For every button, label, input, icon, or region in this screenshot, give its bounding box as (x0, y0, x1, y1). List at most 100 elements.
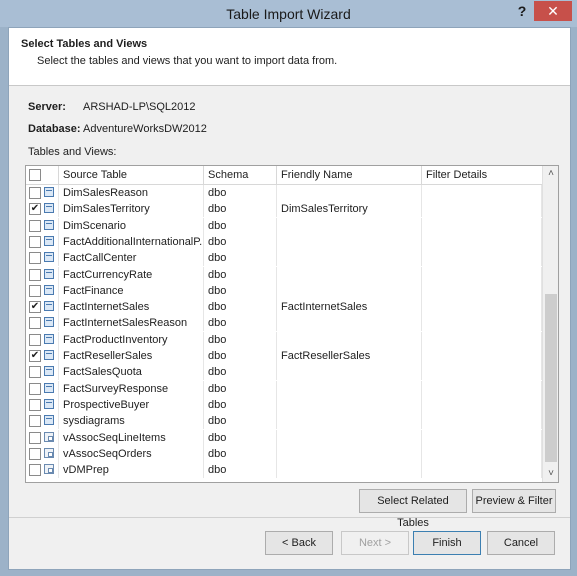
finish-button[interactable]: Finish (413, 531, 481, 555)
scroll-thumb[interactable] (545, 294, 557, 462)
column-header-filter-details[interactable]: Filter Details (422, 166, 542, 184)
table-row[interactable]: FactInternetSalesReason dbo (26, 315, 542, 332)
row-checkbox[interactable] (29, 333, 41, 346)
select-all-checkbox[interactable] (29, 169, 41, 181)
grid-caption: Tables and Views: (28, 146, 117, 158)
row-checkbox[interactable] (29, 447, 41, 460)
filter-details-cell (422, 413, 542, 430)
row-select-cell (26, 380, 59, 397)
row-checkbox[interactable] (29, 431, 41, 444)
column-header-schema[interactable]: Schema (204, 166, 277, 184)
schema-cell: dbo (204, 233, 277, 250)
footer-divider (9, 517, 570, 518)
table-row[interactable]: FactFinance dbo (26, 282, 542, 299)
back-button[interactable]: < Back (265, 531, 333, 555)
grid-scrollbar[interactable]: ˄ ˅ (542, 166, 558, 482)
friendly-name-cell[interactable] (277, 413, 422, 430)
filter-details-cell (422, 348, 542, 364)
row-checkbox[interactable] (29, 464, 41, 477)
row-checkbox[interactable] (29, 284, 41, 297)
filter-details-cell (422, 282, 542, 299)
friendly-name-cell[interactable] (277, 266, 422, 283)
friendly-name-cell[interactable] (277, 380, 422, 397)
source-table-cell: DimSalesReason (59, 185, 204, 201)
friendly-name-cell[interactable] (277, 282, 422, 299)
schema-cell: dbo (204, 462, 277, 479)
row-checkbox[interactable]: ✔ (29, 350, 41, 362)
friendly-name-cell[interactable] (277, 250, 422, 267)
row-checkbox[interactable] (29, 268, 41, 281)
next-button[interactable]: Next > (341, 531, 409, 555)
row-select-cell (26, 413, 59, 430)
row-checkbox[interactable] (29, 235, 41, 248)
schema-cell: dbo (204, 445, 277, 462)
table-row[interactable]: DimSalesReason dbo (26, 185, 542, 201)
row-checkbox[interactable] (29, 415, 41, 428)
close-button[interactable]: ✕ (534, 1, 572, 21)
row-checkbox[interactable]: ✔ (29, 301, 41, 314)
friendly-name-cell[interactable] (277, 185, 422, 201)
table-icon (44, 350, 54, 360)
friendly-name-cell[interactable] (277, 429, 422, 446)
help-button[interactable]: ? (511, 3, 533, 21)
column-header-source-table[interactable]: Source Table (59, 166, 204, 184)
table-row[interactable]: vAssocSeqLineItems dbo (26, 429, 542, 446)
grid-header: Source Table Schema Friendly Name Filter… (26, 166, 542, 185)
friendly-name-cell[interactable] (277, 445, 422, 462)
row-select-cell (26, 429, 59, 446)
column-header-friendly-name[interactable]: Friendly Name (277, 166, 422, 184)
table-row[interactable]: FactCallCenter dbo (26, 250, 542, 267)
friendly-name-cell[interactable]: FactResellerSales (277, 348, 422, 364)
row-checkbox[interactable] (29, 382, 41, 395)
source-table-cell: vAssocSeqOrders (59, 445, 204, 462)
table-row[interactable]: FactAdditionalInternationalP... dbo (26, 233, 542, 250)
friendly-name-cell[interactable] (277, 364, 422, 381)
source-table-cell: ProspectiveBuyer (59, 396, 204, 413)
table-row[interactable]: FactSalesQuota dbo (26, 364, 542, 381)
row-checkbox[interactable] (29, 219, 41, 232)
schema-cell: dbo (204, 201, 277, 218)
table-icon (44, 252, 54, 263)
scroll-down-icon[interactable]: ˅ (543, 466, 558, 482)
table-row[interactable]: ✔ FactResellerSales dbo FactResellerSales (26, 348, 542, 364)
table-row[interactable]: ✔ FactInternetSales dbo FactInternetSales (26, 299, 542, 316)
friendly-name-cell[interactable]: DimSalesTerritory (277, 201, 422, 218)
table-row[interactable]: sysdiagrams dbo (26, 413, 542, 430)
friendly-name-cell[interactable] (277, 217, 422, 234)
schema-cell: dbo (204, 331, 277, 348)
table-row[interactable]: FactProductInventory dbo (26, 331, 542, 348)
table-row[interactable]: DimScenario dbo (26, 217, 542, 234)
title-bar[interactable]: Table Import Wizard ? ✕ (0, 0, 577, 27)
friendly-name-cell[interactable] (277, 396, 422, 413)
table-icon (44, 235, 54, 246)
row-checkbox[interactable] (29, 187, 41, 199)
row-checkbox[interactable]: ✔ (29, 203, 41, 216)
table-row[interactable]: ✔ DimSalesTerritory dbo DimSalesTerritory (26, 201, 542, 218)
row-checkbox[interactable] (29, 366, 41, 379)
row-select-cell (26, 445, 59, 462)
friendly-name-cell[interactable]: FactInternetSales (277, 299, 422, 316)
friendly-name-cell[interactable] (277, 331, 422, 348)
table-row[interactable]: vDMPrep dbo (26, 462, 542, 479)
filter-details-cell (422, 445, 542, 462)
row-checkbox[interactable] (29, 317, 41, 330)
table-row[interactable]: ProspectiveBuyer dbo (26, 396, 542, 413)
row-select-cell: ✔ (26, 201, 59, 218)
scroll-up-icon[interactable]: ˄ (543, 166, 558, 182)
friendly-name-cell[interactable] (277, 462, 422, 479)
cancel-button[interactable]: Cancel (487, 531, 555, 555)
table-row[interactable]: FactCurrencyRate dbo (26, 266, 542, 283)
tables-grid[interactable]: Source Table Schema Friendly Name Filter… (25, 165, 559, 483)
friendly-name-cell[interactable] (277, 233, 422, 250)
table-row[interactable]: vAssocSeqOrders dbo (26, 445, 542, 462)
select-all-cell (26, 166, 59, 184)
preview-filter-button[interactable]: Preview & Filter (472, 489, 556, 513)
row-select-cell (26, 364, 59, 381)
schema-cell: dbo (204, 282, 277, 299)
row-select-cell (26, 233, 59, 250)
select-related-tables-button[interactable]: Select Related Tables (359, 489, 467, 529)
table-row[interactable]: FactSurveyResponse dbo (26, 380, 542, 397)
row-checkbox[interactable] (29, 398, 41, 411)
friendly-name-cell[interactable] (277, 315, 422, 332)
row-checkbox[interactable] (29, 252, 41, 265)
